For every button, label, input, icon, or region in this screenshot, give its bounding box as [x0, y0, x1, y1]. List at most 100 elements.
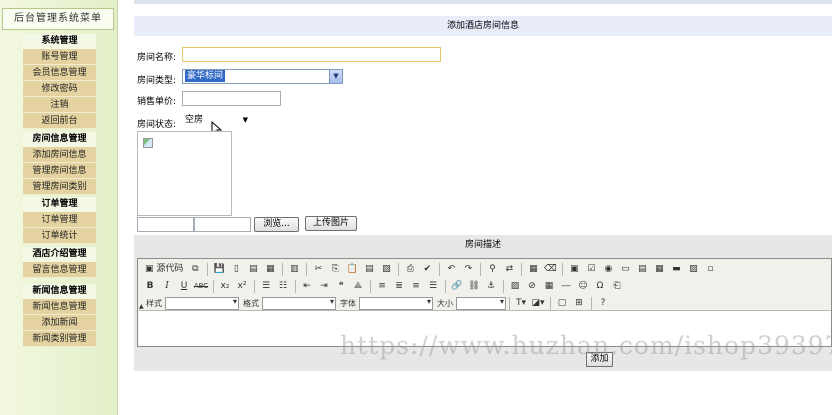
ordered-list-icon[interactable]: ☰: [258, 279, 274, 294]
underline-button[interactable]: U: [176, 279, 192, 294]
subscript-icon[interactable]: x₂: [217, 279, 233, 294]
sidebar-item-room-categories[interactable]: 管理房间类别: [23, 179, 96, 195]
image-icon[interactable]: ▨: [507, 279, 523, 294]
sidebar-item-orders[interactable]: 订单管理: [23, 212, 96, 228]
sidebar-item-logout[interactable]: 注销: [23, 97, 96, 113]
textarea-icon[interactable]: ▤: [634, 262, 650, 277]
new-page-icon[interactable]: ▯: [228, 262, 244, 277]
font-combo[interactable]: [359, 296, 433, 310]
paste-text-icon[interactable]: ▤: [361, 262, 377, 277]
print-icon[interactable]: ⎙: [402, 262, 418, 277]
sidebar-item-add-room[interactable]: 添加房间信息: [23, 147, 96, 163]
submit-add-button[interactable]: 添加: [586, 352, 613, 367]
sidebar-heading-orders: 订单管理: [23, 197, 96, 212]
sidebar-item-news-categories[interactable]: 新闻类别管理: [23, 331, 96, 347]
find-icon[interactable]: ⚲: [484, 262, 500, 277]
align-right-icon[interactable]: ≡: [408, 279, 424, 294]
table-icon[interactable]: ▦: [541, 279, 557, 294]
spellcheck-icon[interactable]: ✔: [419, 262, 435, 277]
sidebar-item-manage-rooms[interactable]: 管理房间信息: [23, 163, 96, 179]
flash-icon[interactable]: ⊘: [524, 279, 540, 294]
show-blocks-icon[interactable]: ⊞: [571, 296, 587, 311]
room-name-input[interactable]: [182, 47, 441, 62]
size-combo[interactable]: [456, 296, 506, 310]
page-properties-icon[interactable]: ▥: [286, 262, 302, 277]
browse-button[interactable]: 浏览...: [254, 217, 299, 232]
toolbar-divider: [306, 262, 308, 276]
save-icon[interactable]: 💾: [211, 262, 227, 277]
superscript-icon[interactable]: x²: [234, 279, 250, 294]
about-icon[interactable]: ?: [595, 296, 611, 311]
toolbar-divider: [550, 296, 551, 310]
dropdown-arrow-icon[interactable]: ▼: [243, 114, 248, 127]
undo-icon[interactable]: ↶: [443, 262, 459, 277]
page-break-icon[interactable]: ⎗: [609, 279, 625, 294]
link-icon[interactable]: 🔗: [449, 279, 465, 294]
templates-icon[interactable]: ▦: [262, 262, 278, 277]
sidebar-item-members[interactable]: 会员信息管理: [23, 65, 96, 81]
rich-text-editor: ▣ 源代码 ⧉ 💾 ▯ ▤ ▦ ▥ ✂ ⎘ 📋 ▤ ▨ ⎙ ✔ ↶ ↷ ⚲ ⇄ …: [137, 258, 832, 347]
toolbar-divider: [213, 279, 214, 293]
align-center-icon[interactable]: ≣: [391, 279, 407, 294]
toolbar-divider: [254, 279, 255, 293]
div-container-icon[interactable]: ⟁: [350, 279, 366, 294]
smiley-icon[interactable]: ☺: [575, 279, 591, 294]
copy-icon[interactable]: ⎘: [327, 262, 343, 277]
strike-button[interactable]: ABC: [193, 279, 209, 294]
text-color-icon[interactable]: T▾: [513, 296, 529, 311]
preview-icon[interactable]: ⧉: [187, 262, 203, 277]
room-type-select[interactable]: 豪华标间 ▼: [182, 69, 343, 84]
unlink-icon[interactable]: ⛓: [466, 279, 482, 294]
special-char-icon[interactable]: Ω: [592, 279, 608, 294]
image-button-icon[interactable]: ▨: [685, 262, 701, 277]
toolbar-divider: [445, 279, 446, 293]
replace-icon[interactable]: ⇄: [501, 262, 517, 277]
price-input[interactable]: [182, 91, 281, 106]
sidebar-item-frontend[interactable]: 返回前台: [23, 113, 96, 129]
sidebar-item-accounts[interactable]: 账号管理: [23, 49, 96, 65]
italic-button[interactable]: I: [159, 279, 175, 294]
document-icon[interactable]: ▤: [245, 262, 261, 277]
checkbox-icon[interactable]: ☑: [583, 262, 599, 277]
toolbar-collapse-icon[interactable]: ▲: [139, 303, 144, 310]
align-left-icon[interactable]: ≡: [374, 279, 390, 294]
anchor-icon[interactable]: ⚓: [483, 279, 499, 294]
toolbar-divider: [439, 262, 441, 276]
redo-icon[interactable]: ↷: [460, 262, 476, 277]
select-field-icon[interactable]: ▦: [651, 262, 667, 277]
indent-icon[interactable]: ⇥: [316, 279, 332, 294]
sidebar-item-order-stats[interactable]: 订单统计: [23, 228, 96, 244]
horizontal-rule-icon[interactable]: ―: [558, 279, 574, 294]
sidebar-item-manage-news[interactable]: 新闻信息管理: [23, 299, 96, 315]
sidebar-heading-news: 新闻信息管理: [23, 284, 96, 299]
cut-icon[interactable]: ✂: [310, 262, 326, 277]
background-color-icon[interactable]: ◪▾: [530, 296, 546, 311]
bulleted-list-icon[interactable]: ☷: [275, 279, 291, 294]
remove-format-icon[interactable]: ⌫: [542, 262, 558, 277]
outdent-icon[interactable]: ⇤: [299, 279, 315, 294]
radio-icon[interactable]: ◉: [600, 262, 616, 277]
file-path-input[interactable]: [137, 217, 194, 232]
textfield-icon[interactable]: ▭: [617, 262, 633, 277]
file-path-input-2[interactable]: [194, 217, 251, 232]
source-code-button[interactable]: ▣ 源代码: [142, 262, 186, 277]
chevron-down-icon[interactable]: ▼: [329, 70, 342, 83]
style-combo-label: 样式: [146, 298, 162, 308]
hidden-field-icon[interactable]: ▫: [702, 262, 718, 277]
editor-content-area[interactable]: [139, 310, 831, 346]
form-icon[interactable]: ▣: [566, 262, 582, 277]
sidebar-item-change-password[interactable]: 修改密码: [23, 81, 96, 97]
paste-icon[interactable]: 📋: [344, 262, 360, 277]
blockquote-icon[interactable]: ❝: [333, 279, 349, 294]
format-combo[interactable]: [262, 296, 336, 310]
bold-button[interactable]: B: [142, 279, 158, 294]
style-combo[interactable]: [165, 296, 239, 310]
paste-word-icon[interactable]: ▨: [378, 262, 394, 277]
align-justify-icon[interactable]: ☰: [425, 279, 441, 294]
select-all-icon[interactable]: ▦: [525, 262, 541, 277]
sidebar-item-add-news[interactable]: 添加新闻: [23, 315, 96, 331]
button-field-icon[interactable]: ▬: [668, 262, 684, 277]
upload-image-button[interactable]: 上传图片: [305, 216, 357, 231]
maximize-icon[interactable]: ▢: [554, 296, 570, 311]
sidebar-item-messages[interactable]: 留言信息管理: [23, 262, 96, 278]
